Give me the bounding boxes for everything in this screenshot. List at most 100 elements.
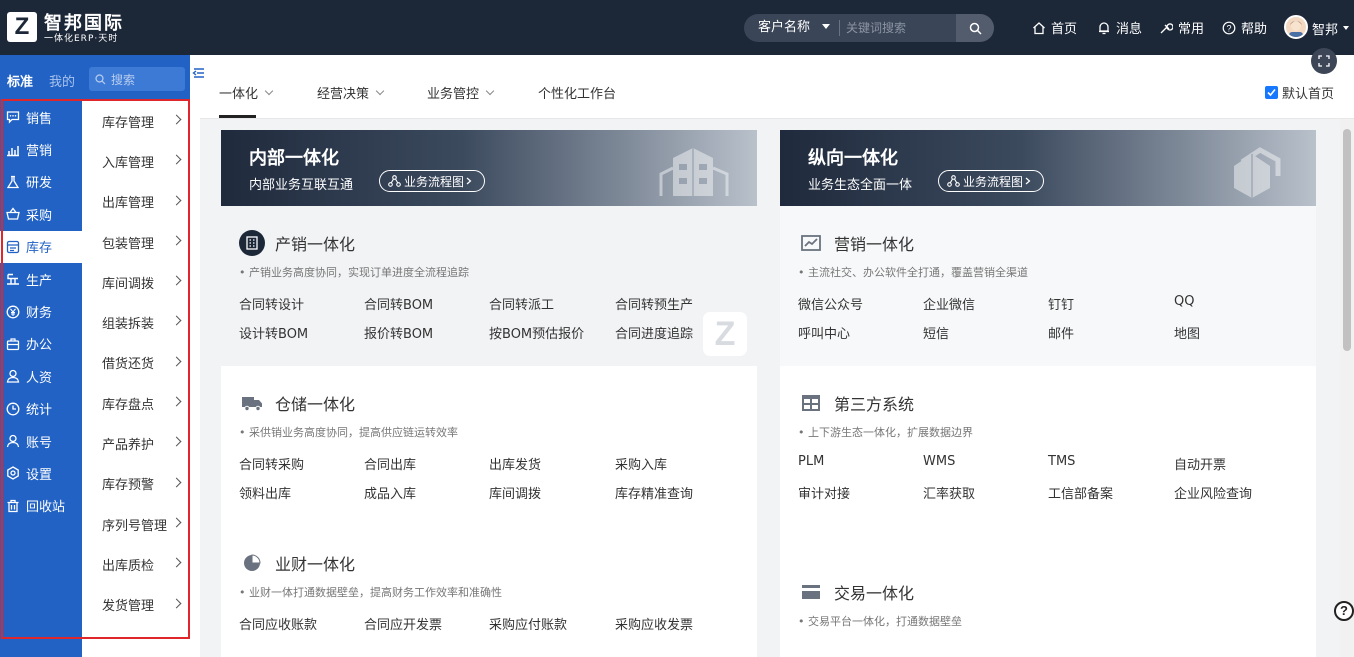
rail-item-label: 销售: [26, 111, 53, 127]
rail-item-marketing[interactable]: 营销: [0, 133, 82, 165]
link-audit[interactable]: 审计对接: [798, 483, 850, 502]
default-home-checkbox[interactable]: 默认首页: [1264, 83, 1334, 102]
tab-workspace[interactable]: 个性化工作台: [538, 83, 616, 102]
search-icon: [95, 73, 106, 84]
search-input[interactable]: [846, 14, 954, 42]
submenu-item[interactable]: 产品养护: [82, 423, 190, 463]
chevron-right-icon: [171, 154, 182, 165]
link-map[interactable]: 地图: [1174, 323, 1200, 342]
rail-item-hr[interactable]: 人资: [0, 360, 82, 392]
rail-item-recycle-bin[interactable]: 回收站: [0, 490, 82, 522]
submenu-item[interactable]: 包装管理: [82, 222, 190, 262]
checkbox-checked-icon[interactable]: [1264, 86, 1278, 99]
rail-item-label: 账号: [26, 435, 53, 451]
help-float-button[interactable]: ?: [1334, 601, 1354, 621]
tab-decision[interactable]: 经营决策: [317, 83, 385, 102]
scrollbar-thumb[interactable]: [1343, 129, 1351, 351]
link-design-to-bom[interactable]: 设计转BOM: [239, 323, 308, 342]
link-wms[interactable]: WMS: [923, 454, 955, 469]
fullscreen-button[interactable]: [1311, 48, 1337, 74]
link-contract-to-design[interactable]: 合同转设计: [239, 294, 304, 313]
rail-item-inventory[interactable]: 库存: [0, 230, 82, 263]
link-dingtalk[interactable]: 钉钉: [1048, 294, 1074, 313]
link-contract-receivable[interactable]: 合同应收账款: [239, 614, 317, 633]
link-purchase-payable[interactable]: 采购应付账款: [489, 614, 567, 633]
link-contract-invoice[interactable]: 合同应开发票: [364, 614, 442, 633]
link-contract-to-preproduction[interactable]: 合同转预生产: [615, 294, 693, 313]
process-diagram-button[interactable]: 业务流程图: [938, 170, 1045, 192]
link-email[interactable]: 邮件: [1048, 323, 1074, 342]
submenu-item[interactable]: 库存管理: [82, 101, 190, 141]
tab-integration[interactable]: 一体化: [219, 83, 274, 102]
link-outbound-shipping[interactable]: 出库发货: [489, 454, 541, 473]
user-name[interactable]: 智邦: [1312, 19, 1338, 38]
rail-item-statistics[interactable]: 统计: [0, 393, 82, 425]
link-risk-query[interactable]: 企业风险查询: [1174, 483, 1252, 502]
submenu-item[interactable]: 组装拆装: [82, 302, 190, 342]
link-sms[interactable]: 短信: [923, 323, 949, 342]
collapse-menu-icon[interactable]: [192, 66, 206, 80]
submenu-item[interactable]: 库存预警: [82, 464, 190, 504]
submenu-item[interactable]: 入库管理: [82, 141, 190, 181]
link-bom-estimate-quote[interactable]: 按BOM预估报价: [489, 323, 584, 342]
rail-item-sales[interactable]: 销售: [0, 101, 82, 133]
brand-logo[interactable]: Z: [7, 12, 37, 42]
chevron-down-icon[interactable]: [1343, 26, 1349, 30]
submenu-item[interactable]: 出库质检: [82, 544, 190, 584]
link-qq[interactable]: QQ: [1174, 294, 1194, 309]
link-contract-to-bom[interactable]: 合同转BOM: [364, 294, 433, 313]
link-purchase-inbound[interactable]: 采购入库: [615, 454, 667, 473]
chevron-right-icon: [1025, 177, 1031, 185]
rail-item-settings[interactable]: 设置: [0, 457, 82, 489]
scrollbar[interactable]: [1340, 119, 1354, 657]
link-contract-progress[interactable]: 合同进度追踪: [615, 323, 693, 342]
link-quote-to-bom[interactable]: 报价转BOM: [364, 323, 433, 342]
link-call-center[interactable]: 呼叫中心: [798, 323, 850, 342]
link-contract-to-purchase[interactable]: 合同转采购: [239, 454, 304, 473]
link-auto-invoice[interactable]: 自动开票: [1174, 454, 1226, 473]
rail-item-finance[interactable]: 财务: [0, 295, 82, 327]
rail-item-office[interactable]: 办公: [0, 328, 82, 360]
submenu-item[interactable]: 序列号管理: [82, 504, 190, 544]
search-button[interactable]: [956, 14, 994, 42]
rail-item-rnd[interactable]: 研发: [0, 166, 82, 198]
tab-mine[interactable]: 我的: [49, 71, 75, 90]
link-inventory-query[interactable]: 库存精准查询: [615, 483, 693, 502]
submenu-label: 库间调拨: [102, 276, 155, 292]
link-contract-outbound[interactable]: 合同出库: [364, 454, 416, 473]
link-plm[interactable]: PLM: [798, 454, 824, 469]
link-finished-inbound[interactable]: 成品入库: [364, 483, 416, 502]
submenu-item[interactable]: 借货还货: [82, 343, 190, 383]
submenu-item[interactable]: 库间调拨: [82, 262, 190, 302]
process-diagram-button[interactable]: 业务流程图: [379, 170, 486, 192]
nav-messages[interactable]: 消息: [1097, 0, 1142, 55]
chevron-down-icon: [375, 86, 385, 96]
menu-search-input[interactable]: 搜索: [89, 67, 185, 91]
section-desc: • 交易平台一体化，打通数据壁垒: [798, 615, 962, 628]
link-purchase-invoice[interactable]: 采购应收发票: [615, 614, 693, 633]
rail-item-purchase[interactable]: 采购: [0, 198, 82, 230]
link-wecom[interactable]: 企业微信: [923, 294, 975, 313]
submenu-item[interactable]: 库存盘点: [82, 383, 190, 423]
submenu-item[interactable]: 发货管理: [82, 585, 190, 625]
link-miit-filing[interactable]: 工信部备案: [1048, 483, 1113, 502]
submenu-item[interactable]: 出库管理: [82, 182, 190, 222]
nav-frequent[interactable]: 常用: [1159, 0, 1204, 55]
link-tms[interactable]: TMS: [1048, 454, 1075, 469]
chevron-down-icon[interactable]: [822, 24, 830, 29]
nav-help[interactable]: ? 帮助: [1222, 0, 1267, 55]
link-wechat-official[interactable]: 微信公众号: [798, 294, 863, 313]
nav-home[interactable]: 首页: [1032, 0, 1077, 55]
rail-item-production[interactable]: 生产: [0, 263, 82, 295]
tab-control[interactable]: 业务管控: [427, 83, 495, 102]
link-material-outbound[interactable]: 领料出库: [239, 483, 291, 502]
link-contract-to-dispatch[interactable]: 合同转派工: [489, 294, 554, 313]
link-transfer[interactable]: 库间调拨: [489, 483, 541, 502]
rail-item-label: 办公: [26, 338, 53, 354]
link-exchange-rate[interactable]: 汇率获取: [923, 483, 975, 502]
search-type-select[interactable]: 客户名称: [758, 14, 810, 42]
tab-standard[interactable]: 标准: [7, 71, 33, 90]
section-production-sales: 产销一体化 • 产销业务高度协同，实现订单进度全流程追踪 合同转设计 合同转BO…: [221, 206, 757, 366]
rail-item-account[interactable]: 账号: [0, 425, 82, 457]
avatar[interactable]: [1284, 15, 1308, 39]
